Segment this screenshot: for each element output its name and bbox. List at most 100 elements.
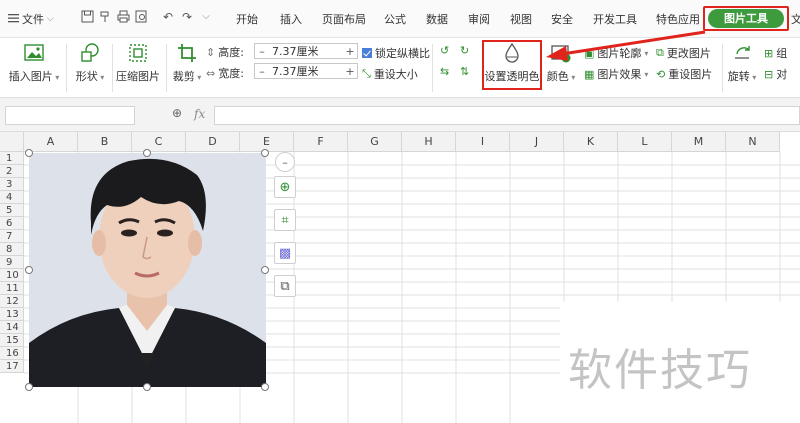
save-icon[interactable] — [80, 10, 94, 24]
shape-button[interactable]: 形状 ▾ — [70, 42, 110, 84]
row-header[interactable]: 17 — [0, 360, 24, 373]
file-menu[interactable]: 文件 ⌵ — [8, 11, 54, 27]
tab-view[interactable]: 视图 — [510, 11, 532, 27]
name-box[interactable] — [5, 106, 135, 125]
select-all-corner[interactable] — [0, 132, 24, 152]
compress-picture-button[interactable]: 压缩图片 — [116, 42, 160, 84]
formula-bar: ⊕ fx — [0, 98, 800, 132]
tab-page-layout[interactable]: 页面布局 — [322, 11, 366, 27]
zoom-search-icon[interactable]: ⊕ — [172, 106, 182, 120]
flip-vertical-icon[interactable]: ⇅ — [460, 65, 469, 78]
column-header[interactable]: J — [510, 132, 564, 152]
hamburger-icon — [8, 13, 19, 26]
row-header[interactable]: 16 — [0, 347, 24, 360]
tab-picture-tools[interactable]: 图片工具 — [708, 9, 784, 28]
tab-insert[interactable]: 插入 — [280, 11, 302, 27]
column-header[interactable]: F — [294, 132, 348, 152]
column-header[interactable]: B — [78, 132, 132, 152]
column-header[interactable]: L — [618, 132, 672, 152]
row-header[interactable]: 10 — [0, 269, 24, 282]
resize-handle[interactable] — [261, 383, 269, 391]
checkbox-checked-icon — [362, 48, 372, 58]
crop-label: 裁剪 — [172, 70, 195, 83]
flip-horizontal-icon[interactable]: ⇆ — [440, 65, 449, 78]
tab-home[interactable]: 开始 — [236, 11, 258, 27]
zoom-in-icon[interactable]: ⊕ — [274, 176, 296, 198]
row-header[interactable]: 1 — [0, 152, 24, 165]
column-header[interactable]: D — [186, 132, 240, 152]
width-increase-button[interactable]: + — [343, 65, 357, 78]
print-icon[interactable] — [116, 10, 130, 24]
tab-data[interactable]: 数据 — [426, 11, 448, 27]
resize-handle[interactable] — [261, 149, 269, 157]
format-painter-icon[interactable] — [98, 10, 112, 24]
height-increase-button[interactable]: + — [343, 45, 357, 58]
tab-formulas[interactable]: 公式 — [384, 11, 406, 27]
column-header[interactable]: N — [726, 132, 780, 152]
picture-effects-button[interactable]: ▦ 图片效果 ▾ — [584, 66, 648, 82]
row-header[interactable]: 3 — [0, 178, 24, 191]
row-header[interactable]: 8 — [0, 243, 24, 256]
height-input[interactable]: 7.37厘米 — [269, 43, 343, 59]
row-header[interactable]: 6 — [0, 217, 24, 230]
rotate-label: 旋转 — [727, 70, 750, 83]
tab-developer[interactable]: 开发工具 — [593, 11, 637, 27]
formula-input[interactable] — [214, 106, 800, 125]
row-header[interactable]: 2 — [0, 165, 24, 178]
height-decrease-button[interactable]: – — [255, 45, 269, 58]
rotate-button[interactable]: 旋转 ▾ — [726, 42, 758, 84]
row-header[interactable]: 9 — [0, 256, 24, 269]
redo-icon[interactable]: ↷ — [180, 10, 194, 24]
column-header[interactable]: A — [24, 132, 78, 152]
wrap-layout-icon[interactable]: ⧉ — [274, 275, 296, 297]
crop-tool-icon[interactable]: ⌗ — [274, 209, 296, 231]
tab-special-apps[interactable]: 特色应用 — [656, 11, 700, 27]
resize-handle[interactable] — [261, 266, 269, 274]
row-header[interactable]: 11 — [0, 282, 24, 295]
row-header[interactable]: 4 — [0, 191, 24, 204]
selected-picture[interactable] — [29, 153, 266, 387]
resize-handle[interactable] — [25, 149, 33, 157]
reset-size-button[interactable]: ⤡ 重设大小 — [362, 66, 418, 82]
lock-ratio-checkbox[interactable]: 锁定纵横比 — [362, 45, 430, 61]
picture-style-icon[interactable]: ▩ — [274, 242, 296, 264]
row-header[interactable]: 13 — [0, 308, 24, 321]
group-button[interactable]: ⊞ 组 — [764, 45, 787, 61]
rotate-right-icon[interactable]: ↻ — [460, 44, 469, 57]
customize-qa-icon[interactable]: ⌵ — [199, 10, 213, 24]
crop-icon — [178, 44, 196, 62]
row-header[interactable]: 14 — [0, 321, 24, 334]
tab-overflow[interactable]: 文 — [791, 11, 800, 27]
resize-handle[interactable] — [143, 383, 151, 391]
resize-handle[interactable] — [143, 149, 151, 157]
resize-handle[interactable] — [25, 266, 33, 274]
row-header[interactable]: 12 — [0, 295, 24, 308]
column-header[interactable]: I — [456, 132, 510, 152]
column-header[interactable]: H — [402, 132, 456, 152]
width-input[interactable]: 7.37厘米 — [269, 63, 343, 79]
height-stepper[interactable]: – 7.37厘米 + — [254, 43, 358, 59]
insert-picture-button[interactable]: 插入图片 ▾ — [8, 42, 60, 84]
width-stepper[interactable]: – 7.37厘米 + — [254, 63, 358, 79]
resize-handle[interactable] — [25, 383, 33, 391]
chevron-down-icon: ⌵ — [47, 14, 54, 24]
column-header[interactable]: K — [564, 132, 618, 152]
row-header[interactable]: 7 — [0, 230, 24, 243]
tab-review[interactable]: 审阅 — [468, 11, 490, 27]
column-header[interactable]: M — [672, 132, 726, 152]
width-decrease-button[interactable]: – — [255, 65, 269, 78]
crop-button[interactable]: 裁剪 ▾ — [170, 42, 204, 84]
rotate-left-icon[interactable]: ↺ — [440, 44, 449, 57]
align-button[interactable]: ⊟ 对 — [764, 66, 787, 82]
reset-picture-button[interactable]: ⟲ 重设图片 — [656, 66, 712, 82]
undo-icon[interactable]: ↶ — [161, 10, 175, 24]
shape-label: 形状 — [75, 70, 98, 83]
row-header[interactable]: 5 — [0, 204, 24, 217]
column-header[interactable]: C — [132, 132, 186, 152]
column-header[interactable]: G — [348, 132, 402, 152]
print-preview-icon[interactable] — [134, 10, 148, 24]
row-header[interactable]: 15 — [0, 334, 24, 347]
collapse-icon[interactable]: – — [275, 152, 295, 172]
tab-security[interactable]: 安全 — [551, 11, 573, 27]
fx-icon[interactable]: fx — [194, 107, 205, 121]
